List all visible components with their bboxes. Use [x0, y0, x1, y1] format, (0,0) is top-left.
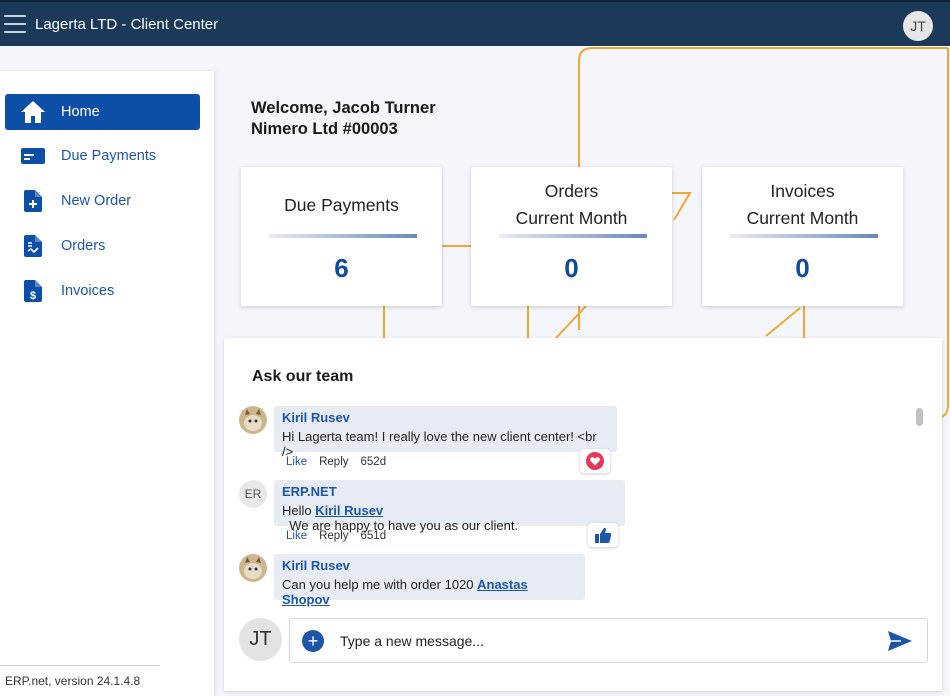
message-input[interactable] — [340, 629, 860, 653]
chat-title: Ask our team — [252, 368, 354, 385]
chat-panel: Ask our team Kiril Rusev Hi Lagerta team… — [224, 338, 942, 691]
svg-text:$: $ — [30, 290, 36, 302]
home-icon — [5, 100, 61, 124]
message-bubble: ERP.NET Hello Kiril Rusev We are happy t… — [274, 480, 625, 533]
message-age: 651d — [360, 530, 387, 542]
message-bubble: Kiril Rusev Can you help me with order 1… — [274, 554, 585, 607]
avatar — [239, 554, 267, 582]
sidebar-item-label: Orders — [61, 238, 106, 254]
top-bar: Lagerta LTD - Client Center JT — [0, 0, 950, 46]
menu-icon[interactable] — [4, 15, 26, 33]
orders-card[interactable]: Orders Current Month 0 — [471, 167, 672, 306]
welcome-name: Welcome, Jacob Turner — [251, 99, 436, 117]
new-document-icon — [5, 190, 61, 212]
card-value: 6 — [334, 253, 349, 283]
message-author[interactable]: ERP.NET — [282, 484, 617, 499]
invoice-dollar-icon: $ — [5, 280, 61, 302]
orders-document-icon — [5, 235, 61, 257]
card-subtitle: Current Month — [746, 208, 859, 228]
sidebar-item-orders[interactable]: Orders — [5, 228, 200, 264]
reply-button[interactable]: Reply — [319, 456, 348, 468]
user-avatar[interactable]: JT — [903, 11, 933, 41]
avatar — [239, 406, 267, 434]
avatar: ER — [239, 480, 267, 508]
message-composer: + — [289, 618, 928, 663]
version-text: ERP.net, version 24.1.4.8 — [5, 674, 141, 688]
welcome-heading: Welcome, Jacob Turner Nimero Ltd #00003 — [251, 98, 436, 140]
card-title: Due Payments — [284, 195, 399, 215]
card-value: 0 — [564, 253, 579, 283]
due-payments-card[interactable]: Due Payments 6 — [241, 167, 442, 306]
sidebar-item-new-order[interactable]: New Order — [5, 183, 200, 219]
card-divider — [269, 234, 417, 238]
sidebar: Home Due Payments New Order Orders $ Inv… — [0, 71, 215, 696]
invoices-card[interactable]: Invoices Current Month 0 — [702, 167, 903, 306]
sidebar-item-label: Invoices — [61, 283, 115, 299]
mention-link[interactable]: Kiril Rusev — [315, 503, 383, 518]
message-text: Hi Lagerta team! I really love the new c… — [282, 429, 597, 459]
company-name: Nimero Ltd #00003 — [251, 120, 398, 138]
current-user-avatar: JT — [239, 618, 282, 661]
card-title: Invoices — [770, 181, 835, 201]
sidebar-item-due-payments[interactable]: Due Payments — [5, 138, 200, 174]
like-button[interactable]: Like — [286, 530, 307, 542]
message-bubble: Kiril Rusev Hi Lagerta team! I really lo… — [274, 406, 617, 459]
sidebar-item-label: Due Payments — [61, 148, 157, 164]
message-actions: Like Reply 651d — [286, 530, 386, 542]
sidebar-item-label: New Order — [61, 193, 132, 209]
send-icon[interactable] — [887, 630, 913, 652]
app-title: Lagerta LTD - Client Center — [35, 16, 219, 33]
card-divider — [499, 234, 647, 238]
sidebar-item-invoices[interactable]: $ Invoices — [5, 273, 200, 309]
reply-button[interactable]: Reply — [319, 530, 348, 542]
scrollbar-thumb[interactable] — [916, 408, 923, 426]
sidebar-item-home[interactable]: Home — [5, 94, 200, 130]
thumbs-up-icon[interactable] — [588, 523, 618, 547]
message-age: 652d — [360, 456, 387, 468]
add-attachment-icon[interactable]: + — [302, 630, 324, 652]
message-actions: Like Reply 652d — [286, 456, 386, 468]
card-title: Orders — [544, 181, 599, 201]
sidebar-item-label: Home — [61, 104, 100, 120]
message-text: Can you help me with order 1020 — [282, 577, 478, 592]
card-divider — [730, 234, 878, 238]
message-text: Hello — [282, 503, 316, 518]
message-author[interactable]: Kiril Rusev — [282, 410, 609, 425]
like-button[interactable]: Like — [286, 456, 307, 468]
card-subtitle: Current Month — [515, 208, 628, 228]
divider — [0, 665, 160, 666]
scrollbar[interactable] — [916, 406, 924, 604]
card-value: 0 — [795, 253, 810, 283]
heart-icon[interactable] — [580, 449, 610, 473]
message-author[interactable]: Kiril Rusev — [282, 558, 577, 573]
payment-card-icon — [5, 148, 61, 164]
